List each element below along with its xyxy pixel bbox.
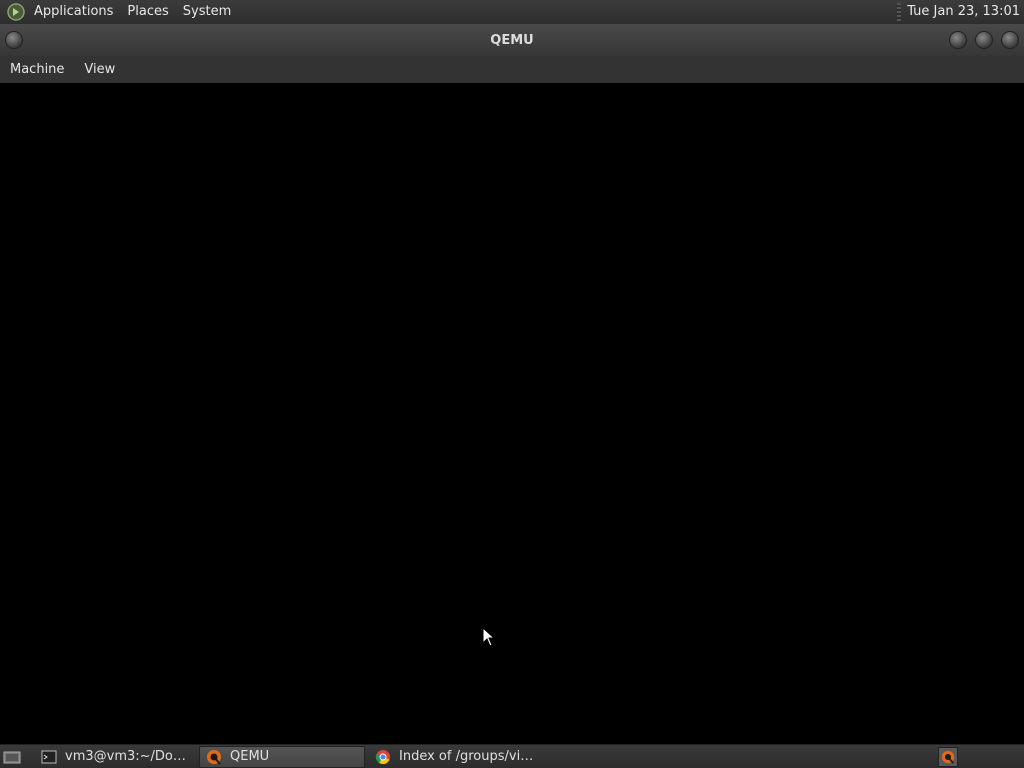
window-title: QEMU xyxy=(490,32,534,48)
system-menu[interactable]: System xyxy=(183,0,231,24)
top-panel: Applications Places System Tue Jan 23, 1… xyxy=(0,0,1024,24)
places-menu[interactable]: Places xyxy=(127,0,168,24)
window-menu-button[interactable] xyxy=(5,31,23,49)
bottom-panel: vm3@vm3:~/Downl... QEMU Index of /groups… xyxy=(0,744,1024,768)
chrome-icon xyxy=(375,749,390,764)
mouse-cursor-icon xyxy=(482,627,496,647)
distro-logo-icon[interactable] xyxy=(6,2,26,22)
task-terminal[interactable]: vm3@vm3:~/Downl... xyxy=(35,746,195,768)
machine-menu[interactable]: Machine xyxy=(0,56,74,83)
terminal-icon xyxy=(41,750,57,763)
close-button[interactable] xyxy=(1001,31,1019,49)
show-desktop-icon[interactable] xyxy=(1,746,23,768)
task-qemu[interactable]: QEMU xyxy=(199,745,365,768)
applications-menu[interactable]: Applications xyxy=(34,0,113,24)
qemu-window: QEMU Machine View xyxy=(0,24,1024,741)
qemu-icon xyxy=(207,749,221,765)
window-menubar: Machine View xyxy=(0,56,1024,83)
vm-display[interactable] xyxy=(0,83,1024,741)
minimize-button[interactable] xyxy=(949,31,967,49)
task-label: Index of /groups/vir... xyxy=(399,749,535,764)
clock[interactable]: Tue Jan 23, 13:01 xyxy=(907,0,1020,24)
qemu-tray-icon[interactable] xyxy=(938,746,958,767)
view-menu[interactable]: View xyxy=(74,56,125,83)
panel-handle[interactable] xyxy=(897,3,902,21)
task-chrome[interactable]: Index of /groups/vir... xyxy=(369,746,535,768)
maximize-button[interactable] xyxy=(975,31,993,49)
task-label: vm3@vm3:~/Downl... xyxy=(65,749,195,764)
window-titlebar[interactable]: QEMU xyxy=(0,24,1024,56)
task-label: QEMU xyxy=(230,749,270,764)
